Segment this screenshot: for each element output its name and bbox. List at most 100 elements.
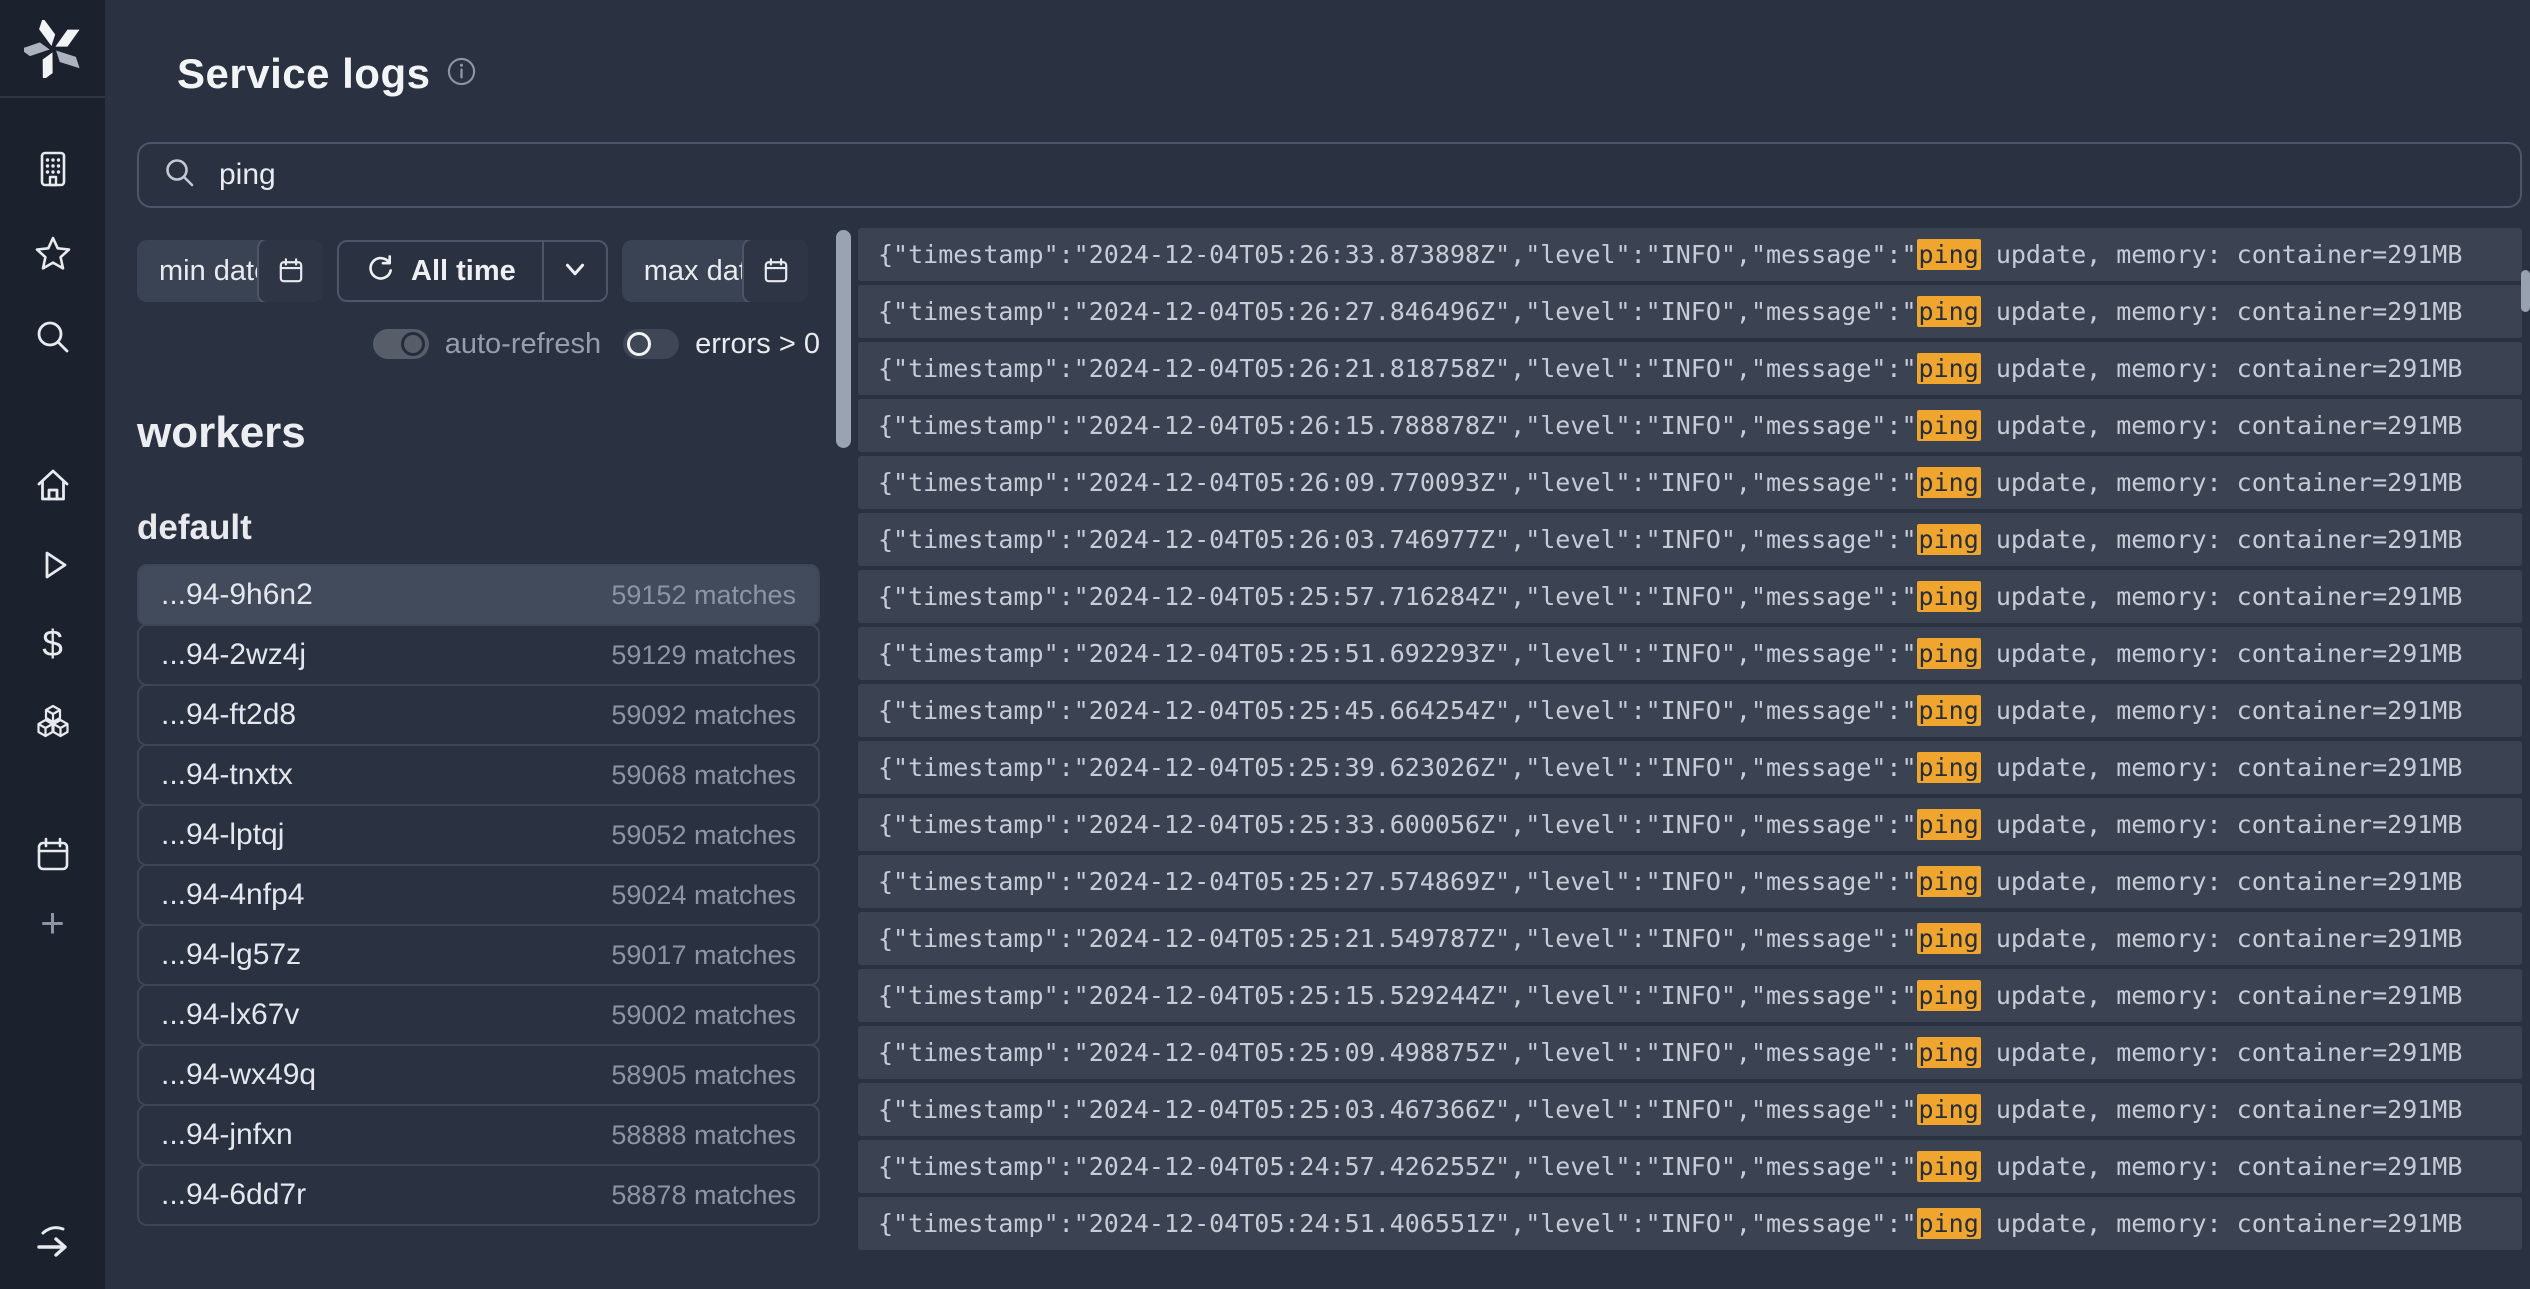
log-scrollbar-thumb[interactable]	[836, 230, 851, 448]
page-title: Service logs	[177, 50, 430, 98]
log-highlight: ping	[1917, 1151, 1981, 1182]
log-row[interactable]: {"timestamp":"2024-12-04T05:25:51.692293…	[858, 627, 2522, 680]
worker-id: ...94-lx67v	[161, 998, 299, 1032]
main-area: Service logs	[105, 0, 2530, 1289]
time-range-caret-button[interactable]	[544, 242, 606, 300]
log-search-bar[interactable]	[137, 142, 2522, 208]
worker-row[interactable]: ...94-tnxtx 59068 matches	[137, 744, 820, 806]
worker-row[interactable]: ...94-lx67v 59002 matches	[137, 984, 820, 1046]
log-prefix: {"timestamp":"2024-12-04T05:25:27.574869…	[878, 867, 1917, 896]
log-row[interactable]: {"timestamp":"2024-12-04T05:25:15.529244…	[858, 969, 2522, 1022]
log-row[interactable]: {"timestamp":"2024-12-04T05:26:09.770093…	[858, 456, 2522, 509]
worker-match-count: 59068 matches	[611, 760, 796, 791]
worker-row[interactable]: ...94-wx49q 58905 matches	[137, 1044, 820, 1106]
log-row[interactable]: {"timestamp":"2024-12-04T05:24:51.406551…	[858, 1197, 2522, 1250]
max-date-field[interactable]: max date	[622, 240, 808, 302]
home-icon[interactable]	[30, 462, 76, 508]
schedules-calendar-icon[interactable]	[30, 832, 76, 878]
worker-id: ...94-4nfp4	[161, 878, 304, 912]
log-highlight: ping	[1917, 866, 1981, 897]
log-row[interactable]: {"timestamp":"2024-12-04T05:25:57.716284…	[858, 570, 2522, 623]
auto-refresh-toggle-pill[interactable]	[373, 329, 429, 359]
log-prefix: {"timestamp":"2024-12-04T05:26:15.788878…	[878, 411, 1917, 440]
log-row[interactable]: {"timestamp":"2024-12-04T05:25:45.664254…	[858, 684, 2522, 737]
log-row[interactable]: {"timestamp":"2024-12-04T05:26:03.746977…	[858, 513, 2522, 566]
log-row[interactable]: {"timestamp":"2024-12-04T05:26:21.818758…	[858, 342, 2522, 395]
page-scrollbar-thumb[interactable]	[2521, 270, 2530, 312]
min-date-calendar-button[interactable]	[257, 240, 323, 302]
worker-row[interactable]: ...94-4nfp4 59024 matches	[137, 864, 820, 926]
log-row[interactable]: {"timestamp":"2024-12-04T05:26:15.788878…	[858, 399, 2522, 452]
refresh-icon	[365, 253, 396, 289]
log-suffix: update, memory: container=291MB	[1981, 639, 2463, 668]
auto-refresh-toggle[interactable]: auto-refresh	[373, 328, 601, 361]
add-plus-icon[interactable]: +	[30, 900, 76, 946]
min-date-field[interactable]: min date	[137, 240, 323, 302]
log-row[interactable]: {"timestamp":"2024-12-04T05:25:33.600056…	[858, 798, 2522, 851]
worker-match-count: 59017 matches	[611, 940, 796, 971]
runs-play-icon[interactable]	[30, 542, 76, 588]
worker-row[interactable]: ...94-9h6n2 59152 matches	[137, 564, 820, 626]
log-panel: {"timestamp":"2024-12-04T05:26:33.873898…	[820, 228, 2522, 1254]
worker-match-count: 59152 matches	[611, 580, 796, 611]
log-highlight: ping	[1917, 581, 1981, 612]
worker-id: ...94-2wz4j	[161, 638, 306, 672]
log-row[interactable]: {"timestamp":"2024-12-04T05:25:39.623026…	[858, 741, 2522, 794]
log-row[interactable]: {"timestamp":"2024-12-04T05:26:33.873898…	[858, 228, 2522, 281]
worker-row[interactable]: ...94-ft2d8 59092 matches	[137, 684, 820, 746]
billing-dollar-icon[interactable]: $	[30, 621, 76, 667]
auto-refresh-label: auto-refresh	[445, 328, 601, 361]
worker-row[interactable]: ...94-lg57z 59017 matches	[137, 924, 820, 986]
log-prefix: {"timestamp":"2024-12-04T05:26:09.770093…	[878, 468, 1917, 497]
worker-row[interactable]: ...94-lptqj 59052 matches	[137, 804, 820, 866]
log-highlight: ping	[1917, 467, 1981, 498]
worker-match-count: 58905 matches	[611, 1060, 796, 1091]
log-list: {"timestamp":"2024-12-04T05:26:33.873898…	[858, 228, 2522, 1250]
log-row[interactable]: {"timestamp":"2024-12-04T05:25:21.549787…	[858, 912, 2522, 965]
info-icon[interactable]	[446, 56, 477, 92]
worker-id: ...94-lg57z	[161, 938, 301, 972]
time-range-button[interactable]: All time	[337, 240, 608, 302]
log-row[interactable]: {"timestamp":"2024-12-04T05:25:09.498875…	[858, 1026, 2522, 1079]
worker-row[interactable]: ...94-6dd7r 58878 matches	[137, 1164, 820, 1226]
log-suffix: update, memory: container=291MB	[1981, 354, 2463, 383]
sidebar-search-icon[interactable]	[30, 314, 76, 360]
worker-id: ...94-9h6n2	[161, 578, 313, 612]
search-icon	[163, 156, 197, 195]
errors-only-toggle[interactable]: errors > 0	[623, 328, 820, 361]
app-window: $ +	[0, 0, 2530, 1289]
time-range-main[interactable]: All time	[339, 242, 542, 300]
favorites-star-icon[interactable]	[30, 230, 76, 276]
log-row[interactable]: {"timestamp":"2024-12-04T05:26:27.846496…	[858, 285, 2522, 338]
log-row[interactable]: {"timestamp":"2024-12-04T05:25:03.467366…	[858, 1083, 2522, 1136]
max-date-calendar-button[interactable]	[742, 240, 808, 302]
log-prefix: {"timestamp":"2024-12-04T05:25:15.529244…	[878, 981, 1917, 1010]
worker-match-count: 59024 matches	[611, 880, 796, 911]
log-suffix: update, memory: container=291MB	[1981, 582, 2463, 611]
worker-match-count: 59002 matches	[611, 1000, 796, 1031]
worker-row[interactable]: ...94-jnfxn 58888 matches	[137, 1104, 820, 1166]
log-prefix: {"timestamp":"2024-12-04T05:25:57.716284…	[878, 582, 1917, 611]
log-row[interactable]: {"timestamp":"2024-12-04T05:25:27.574869…	[858, 855, 2522, 908]
worker-row[interactable]: ...94-2wz4j 59129 matches	[137, 624, 820, 686]
log-suffix: update, memory: container=291MB	[1981, 525, 2463, 554]
log-highlight: ping	[1917, 524, 1981, 555]
search-input[interactable]	[217, 157, 2496, 193]
log-suffix: update, memory: container=291MB	[1981, 1209, 2463, 1238]
log-highlight: ping	[1917, 1037, 1981, 1068]
page-header: Service logs	[137, 0, 2522, 98]
worker-id: ...94-ft2d8	[161, 698, 296, 732]
time-range-label: All time	[411, 255, 516, 288]
log-prefix: {"timestamp":"2024-12-04T05:25:03.467366…	[878, 1095, 1917, 1124]
windmill-logo-icon[interactable]	[24, 20, 82, 78]
log-prefix: {"timestamp":"2024-12-04T05:25:09.498875…	[878, 1038, 1917, 1067]
log-highlight: ping	[1917, 923, 1981, 954]
log-highlight: ping	[1917, 638, 1981, 669]
sidebar-expand-arrow-icon[interactable]	[29, 1219, 75, 1265]
log-suffix: update, memory: container=291MB	[1981, 981, 2463, 1010]
resources-cubes-icon[interactable]	[30, 700, 76, 746]
log-row[interactable]: {"timestamp":"2024-12-04T05:24:57.426255…	[858, 1140, 2522, 1193]
workspace-icon[interactable]	[30, 146, 76, 192]
worker-match-count: 59129 matches	[611, 640, 796, 671]
errors-only-toggle-pill[interactable]	[623, 329, 679, 359]
